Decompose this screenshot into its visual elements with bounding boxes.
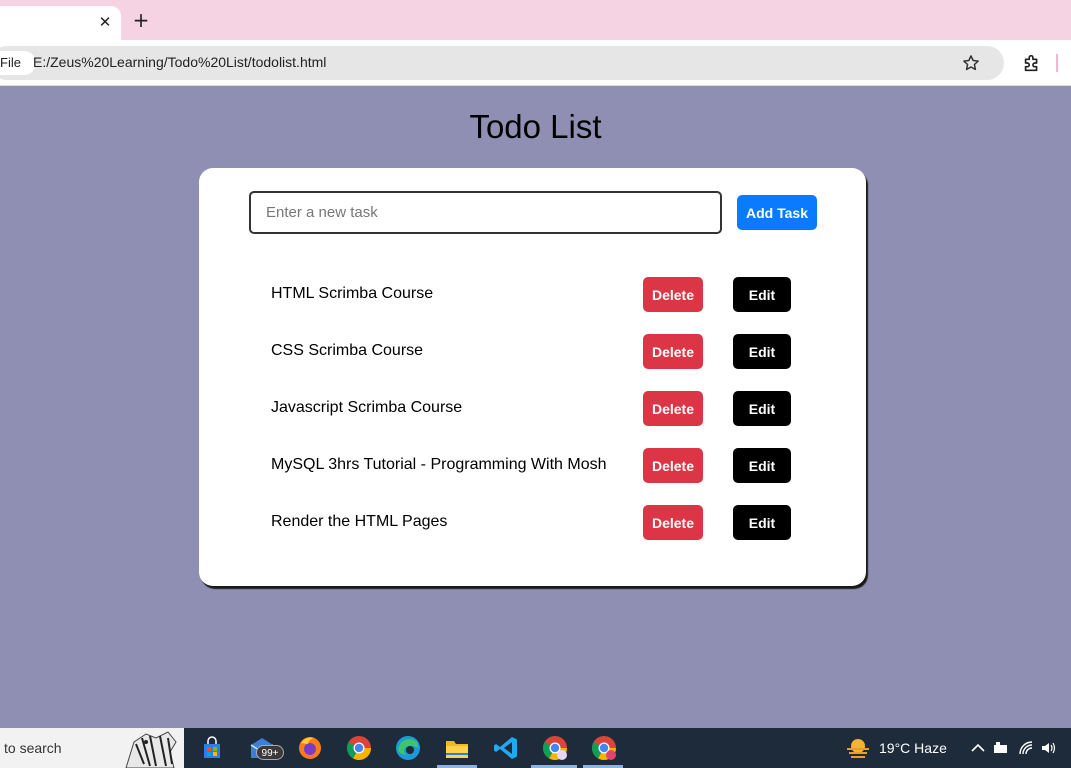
search-placeholder: to search (4, 740, 62, 756)
edit-button[interactable]: Edit (733, 505, 791, 540)
browser-toolbar: File E:/Zeus%20Learning/Todo%20List/todo… (0, 40, 1071, 86)
weather-haze-icon[interactable] (845, 736, 871, 760)
wifi-icon[interactable] (1017, 739, 1035, 757)
url-text[interactable]: E:/Zeus%20Learning/Todo%20List/todolist.… (33, 54, 326, 70)
browser-tab[interactable]: ✕ (0, 6, 121, 40)
mail-badge: 99+ (256, 745, 284, 760)
file-explorer-icon[interactable] (443, 734, 471, 762)
chrome-icon[interactable] (345, 734, 373, 762)
task-item: Javascript Scrimba Course Delete Edit (199, 391, 866, 448)
task-item: HTML Scrimba Course Delete Edit (199, 277, 866, 334)
delete-button[interactable]: Delete (643, 277, 703, 312)
chrome-profile-icon[interactable] (541, 734, 569, 762)
edit-button[interactable]: Edit (733, 448, 791, 483)
address-bar[interactable]: File E:/Zeus%20Learning/Todo%20List/todo… (0, 46, 1004, 80)
chrome-profile-k-icon[interactable] (590, 734, 618, 762)
edit-button[interactable]: Edit (733, 334, 791, 369)
task-item: Render the HTML Pages Delete Edit (199, 505, 866, 562)
close-tab-icon[interactable]: ✕ (97, 14, 113, 30)
delete-button[interactable]: Delete (643, 505, 703, 540)
vscode-icon[interactable] (492, 734, 520, 762)
firefox-icon[interactable] (296, 734, 324, 762)
page-title: Todo List (469, 108, 602, 145)
task-label: Javascript Scrimba Course (271, 399, 463, 416)
task-item: CSS Scrimba Course Delete Edit (199, 334, 866, 391)
file-chip[interactable]: File (0, 51, 36, 75)
todo-card: Add Task HTML Scrimba Course Delete Edit… (199, 168, 866, 586)
task-item: MySQL 3hrs Tutorial - Programming With M… (199, 448, 866, 505)
delete-button[interactable]: Delete (643, 448, 703, 483)
edit-button[interactable]: Edit (733, 391, 791, 426)
new-tab-icon[interactable]: + (131, 10, 151, 30)
zebra-search-highlight-icon (125, 731, 177, 768)
task-label: MySQL 3hrs Tutorial - Programming With M… (271, 456, 607, 473)
edge-icon[interactable] (394, 734, 422, 762)
store-icon[interactable] (198, 734, 226, 762)
task-label: CSS Scrimba Course (271, 342, 424, 359)
volume-icon[interactable] (1040, 739, 1058, 757)
weather-text[interactable]: 19°C Haze (879, 740, 947, 756)
edit-button[interactable]: Edit (733, 277, 791, 312)
task-label: Render the HTML Pages (271, 513, 448, 530)
task-list: HTML Scrimba Course Delete Edit CSS Scri… (199, 277, 866, 562)
delete-button[interactable]: Delete (643, 334, 703, 369)
taskbar-search[interactable]: to search (0, 728, 184, 768)
star-icon[interactable] (961, 53, 981, 73)
delete-button[interactable]: Delete (643, 391, 703, 426)
extensions-icon[interactable] (1021, 52, 1043, 74)
new-task-input[interactable] (249, 191, 722, 234)
add-task-button[interactable]: Add Task (737, 195, 817, 230)
task-label: HTML Scrimba Course (271, 285, 434, 302)
toolbar-divider (1056, 54, 1058, 72)
chevron-up-icon[interactable] (969, 739, 987, 757)
battery-icon[interactable] (992, 739, 1010, 757)
browser-tab-strip: ✕ + (0, 0, 1071, 40)
